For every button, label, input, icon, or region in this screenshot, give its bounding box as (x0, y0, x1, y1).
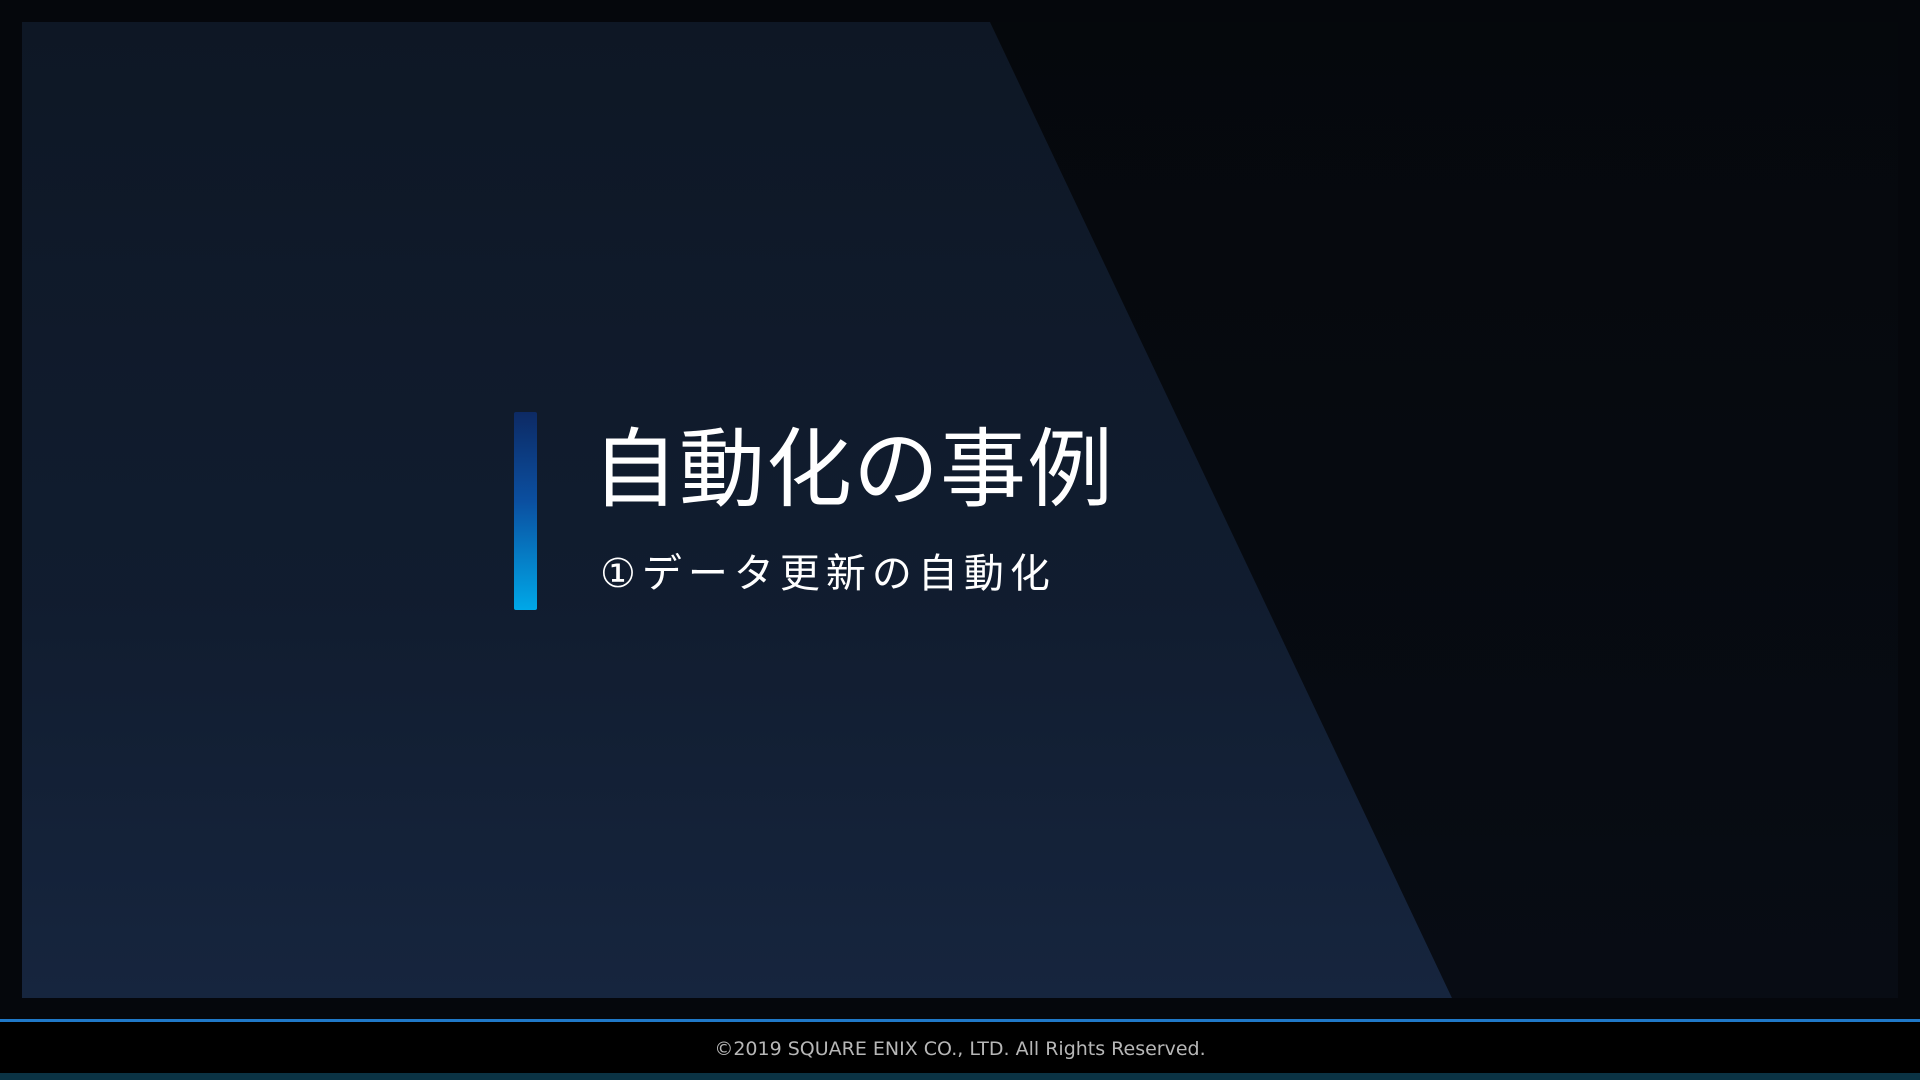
bottom-edge-strip (0, 1073, 1920, 1080)
copyright-text: ©2019 SQUARE ENIX CO., LTD. All Rights R… (714, 1038, 1206, 1060)
slide-subtitle: ①データ更新の自動化 (600, 551, 1056, 597)
title-accent-bar (514, 412, 537, 610)
presentation-slide: 自動化の事例 ①データ更新の自動化 ©2019 SQUARE ENIX CO.,… (0, 0, 1920, 1080)
footer: ©2019 SQUARE ENIX CO., LTD. All Rights R… (0, 1022, 1920, 1073)
slide-title: 自動化の事例 (592, 420, 1114, 520)
